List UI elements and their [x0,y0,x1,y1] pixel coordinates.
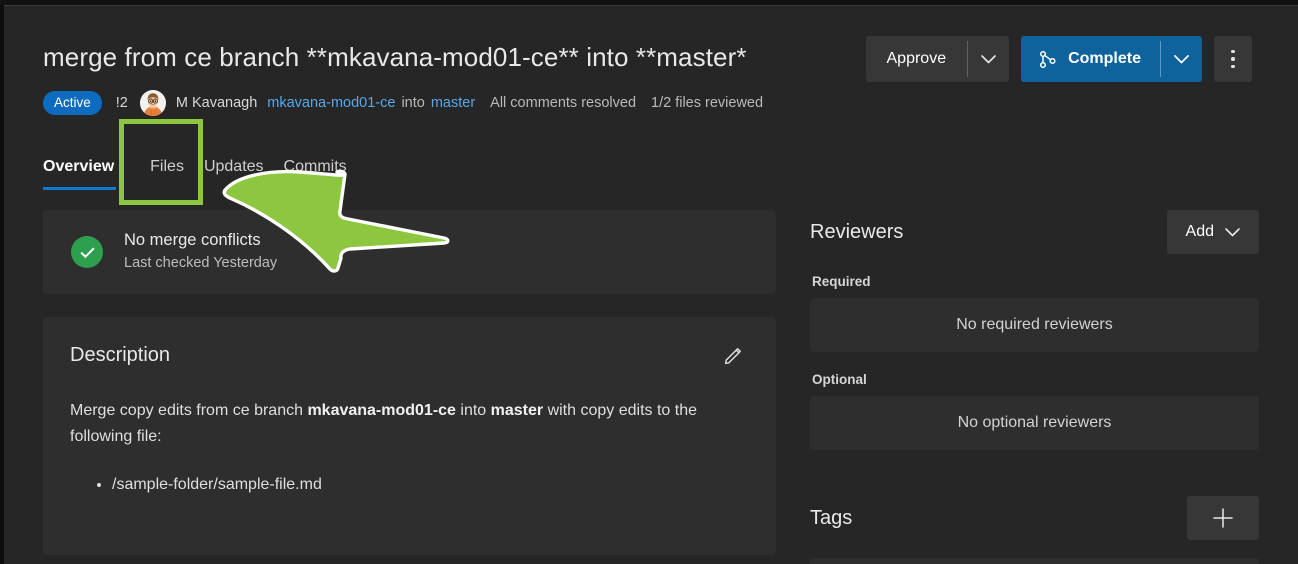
description-text-2: into [455,402,491,419]
tab-commits[interactable]: Commits [284,158,367,190]
complete-button[interactable]: Complete [1021,36,1160,82]
pr-tabs: Overview Files Updates Commits [43,144,367,190]
approve-button[interactable]: Approve [866,36,968,82]
merge-status-card: No merge conflicts Last checked Yesterda… [43,210,776,294]
kebab-menu-icon [1231,57,1235,61]
optional-reviewers-empty: No optional reviewers [810,396,1259,450]
required-reviewers-empty: No required reviewers [810,298,1259,352]
avatar [139,90,166,116]
screenshot-frame: merge from ce branch **mkavana-mod01-ce*… [0,0,1298,564]
comment-count: !2 [115,95,128,111]
description-body: Merge copy edits from ce branch mkavana-… [70,398,749,450]
complete-button-label: Complete [1068,50,1141,67]
comments-resolved-status: All comments resolved [490,95,637,111]
description-bold-target: master [490,402,544,419]
pr-header: merge from ce branch **mkavana-mod01-ce*… [4,6,1298,116]
description-text-1: Merge copy edits from ce branch [70,402,308,419]
tags-title: Tags [810,506,853,529]
status-badge: Active [43,91,102,115]
description-bold-source: mkavana-mod01-ce [307,402,456,419]
pr-meta-row: Active !2 M Kavanagh mkavana-mod01-ce in… [43,88,763,118]
tab-overview[interactable]: Overview [43,158,136,190]
required-reviewers-label: Required [812,274,871,289]
check-circle-icon [71,236,103,268]
source-branch-link[interactable]: mkavana-mod01-ce [267,95,395,111]
approve-split-button[interactable]: Approve [865,36,1010,82]
pr-overview-main: No merge conflicts Last checked Yesterda… [43,210,776,555]
kebab-menu-icon [1231,49,1235,54]
kebab-menu-icon [1231,64,1235,69]
merge-status-subtitle: Last checked Yesterday [124,255,278,271]
files-reviewed-status: 1/2 files reviewed [651,95,764,111]
merge-status-text: No merge conflicts Last checked Yesterda… [124,230,277,274]
description-file-list: /sample-folder/sample-file.md [94,472,749,498]
tags-header: Tags [810,496,1259,540]
page-title: merge from ce branch **mkavana-mod01-ce*… [43,42,747,72]
pencil-icon [724,348,741,365]
add-reviewer-button[interactable]: Add [1166,210,1259,254]
add-reviewer-label: Add [1185,223,1214,240]
pr-actions: Approve Complete [865,36,1252,82]
target-branch-link[interactable]: master [431,95,475,111]
git-branch-icon [1040,50,1056,68]
avatar-illustration [139,90,166,116]
optional-reviewers-label: Optional [812,372,867,387]
reviewers-header: Reviewers Add [810,210,1259,254]
reviewers-title: Reviewers [810,220,904,243]
author-name: M Kavanagh [175,95,258,111]
pr-sidebar: Reviewers Add Required No required revie… [810,210,1259,564]
tab-files[interactable]: Files [136,158,204,190]
chevron-down-icon [981,54,996,63]
plus-icon [1213,508,1233,528]
tags-empty-box [810,558,1259,564]
pull-request-page: merge from ce branch **mkavana-mod01-ce*… [4,6,1298,564]
merge-status-title: No merge conflicts [124,231,261,249]
into-label: into [401,95,425,111]
complete-split-button[interactable]: Complete [1021,36,1202,82]
chevron-down-icon [1174,54,1189,63]
description-title: Description [70,343,171,366]
list-item: /sample-folder/sample-file.md [112,472,749,498]
check-mark [79,243,95,258]
approve-dropdown-button[interactable] [968,36,1009,82]
complete-dropdown-button[interactable] [1161,36,1202,82]
description-card: Description Merge copy edits from ce bra… [43,317,776,555]
tab-updates[interactable]: Updates [204,158,284,190]
edit-description-button[interactable] [719,340,749,370]
add-tag-button[interactable] [1187,496,1259,540]
description-header: Description [70,340,749,370]
more-actions-button[interactable] [1214,36,1252,82]
chevron-down-icon [1225,227,1240,236]
